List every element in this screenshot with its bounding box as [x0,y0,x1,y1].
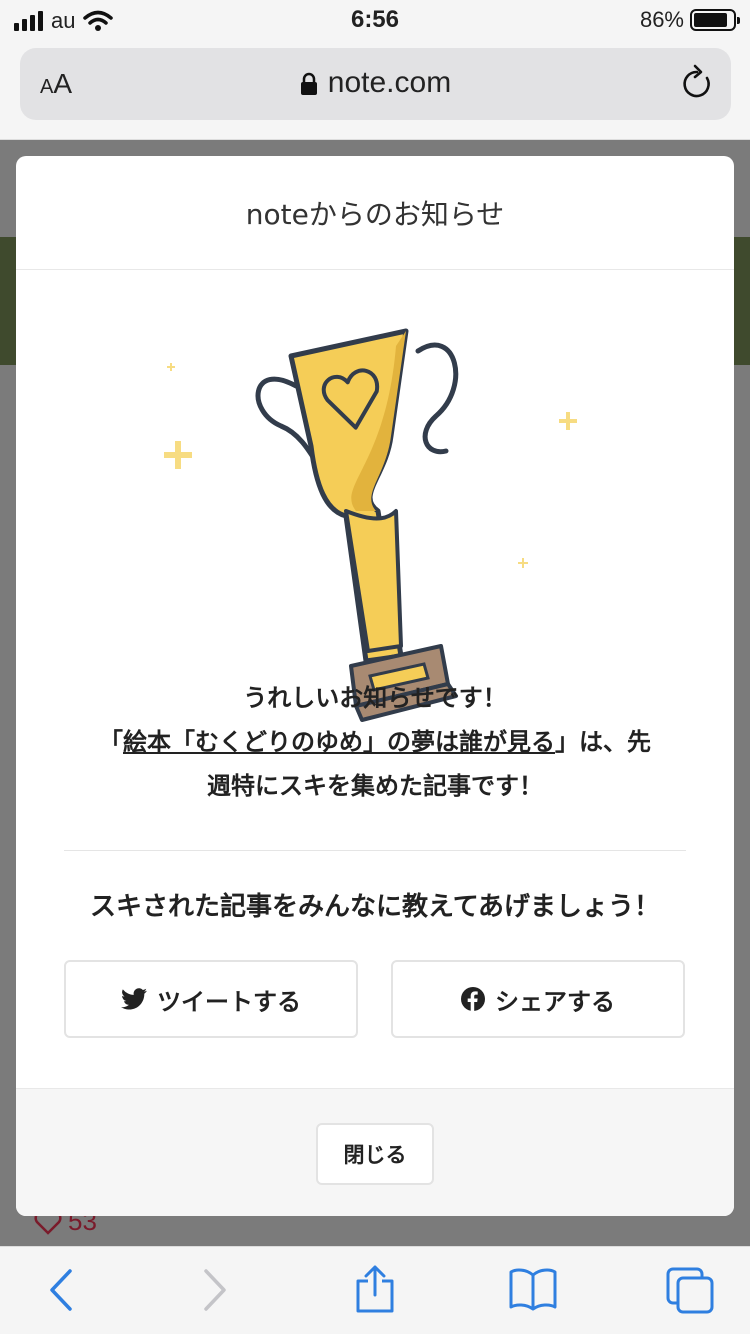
facebook-label: シェアする [495,987,615,1016]
modal-footer: 閉じる [16,1088,734,1216]
article-link[interactable]: 絵本「むくどりのゆめ」の夢は誰が見る [123,728,555,756]
reload-icon[interactable] [679,64,715,102]
battery-percent: 86% [639,7,684,32]
notification-modal: noteからのお知らせ うれしいお知らせです！ 「絵本「むくどりのゆめ」の夢は誰… [16,156,734,1216]
close-button[interactable]: 閉じる [316,1123,434,1185]
url-text: note.com [327,66,452,99]
status-bar: au 6:56 86% [0,0,750,40]
lock-icon [300,72,317,96]
divider [64,850,686,851]
message-line-2: 「絵本「むくどりのゆめ」の夢は誰が見る」は、先 [99,728,651,756]
tabs-icon[interactable] [664,1265,716,1315]
clock: 6:56 [350,6,400,33]
share-icon[interactable] [354,1263,396,1315]
bookmarks-icon[interactable] [508,1267,558,1311]
modal-title: noteからのお知らせ [16,156,734,270]
tweet-button[interactable]: ツイートする [64,960,358,1038]
notification-message: うれしいお知らせです！ 「絵本「むくどりのゆめ」の夢は誰が見る」は、先 週特にス… [16,676,734,808]
browser-toolbar [0,1246,750,1334]
address-bar[interactable]: AA note.com [20,48,731,120]
facebook-icon [461,987,485,1011]
forward-icon[interactable] [200,1267,230,1313]
battery-icon [690,9,740,31]
url-display[interactable]: note.com [20,66,731,100]
twitter-icon [121,988,147,1010]
share-prompt: スキされた記事をみんなに教えてあげましょう！ [90,892,660,922]
back-icon[interactable] [46,1267,76,1313]
tweet-label: ツイートする [157,987,301,1016]
facebook-share-button[interactable]: シェアする [391,960,685,1038]
browser-address-area: AA note.com [0,40,750,140]
message-line-3: 週特にスキを集めた記事です！ [207,772,543,800]
status-right: 86% [639,7,740,33]
message-line-1: うれしいお知らせです！ [243,684,507,712]
